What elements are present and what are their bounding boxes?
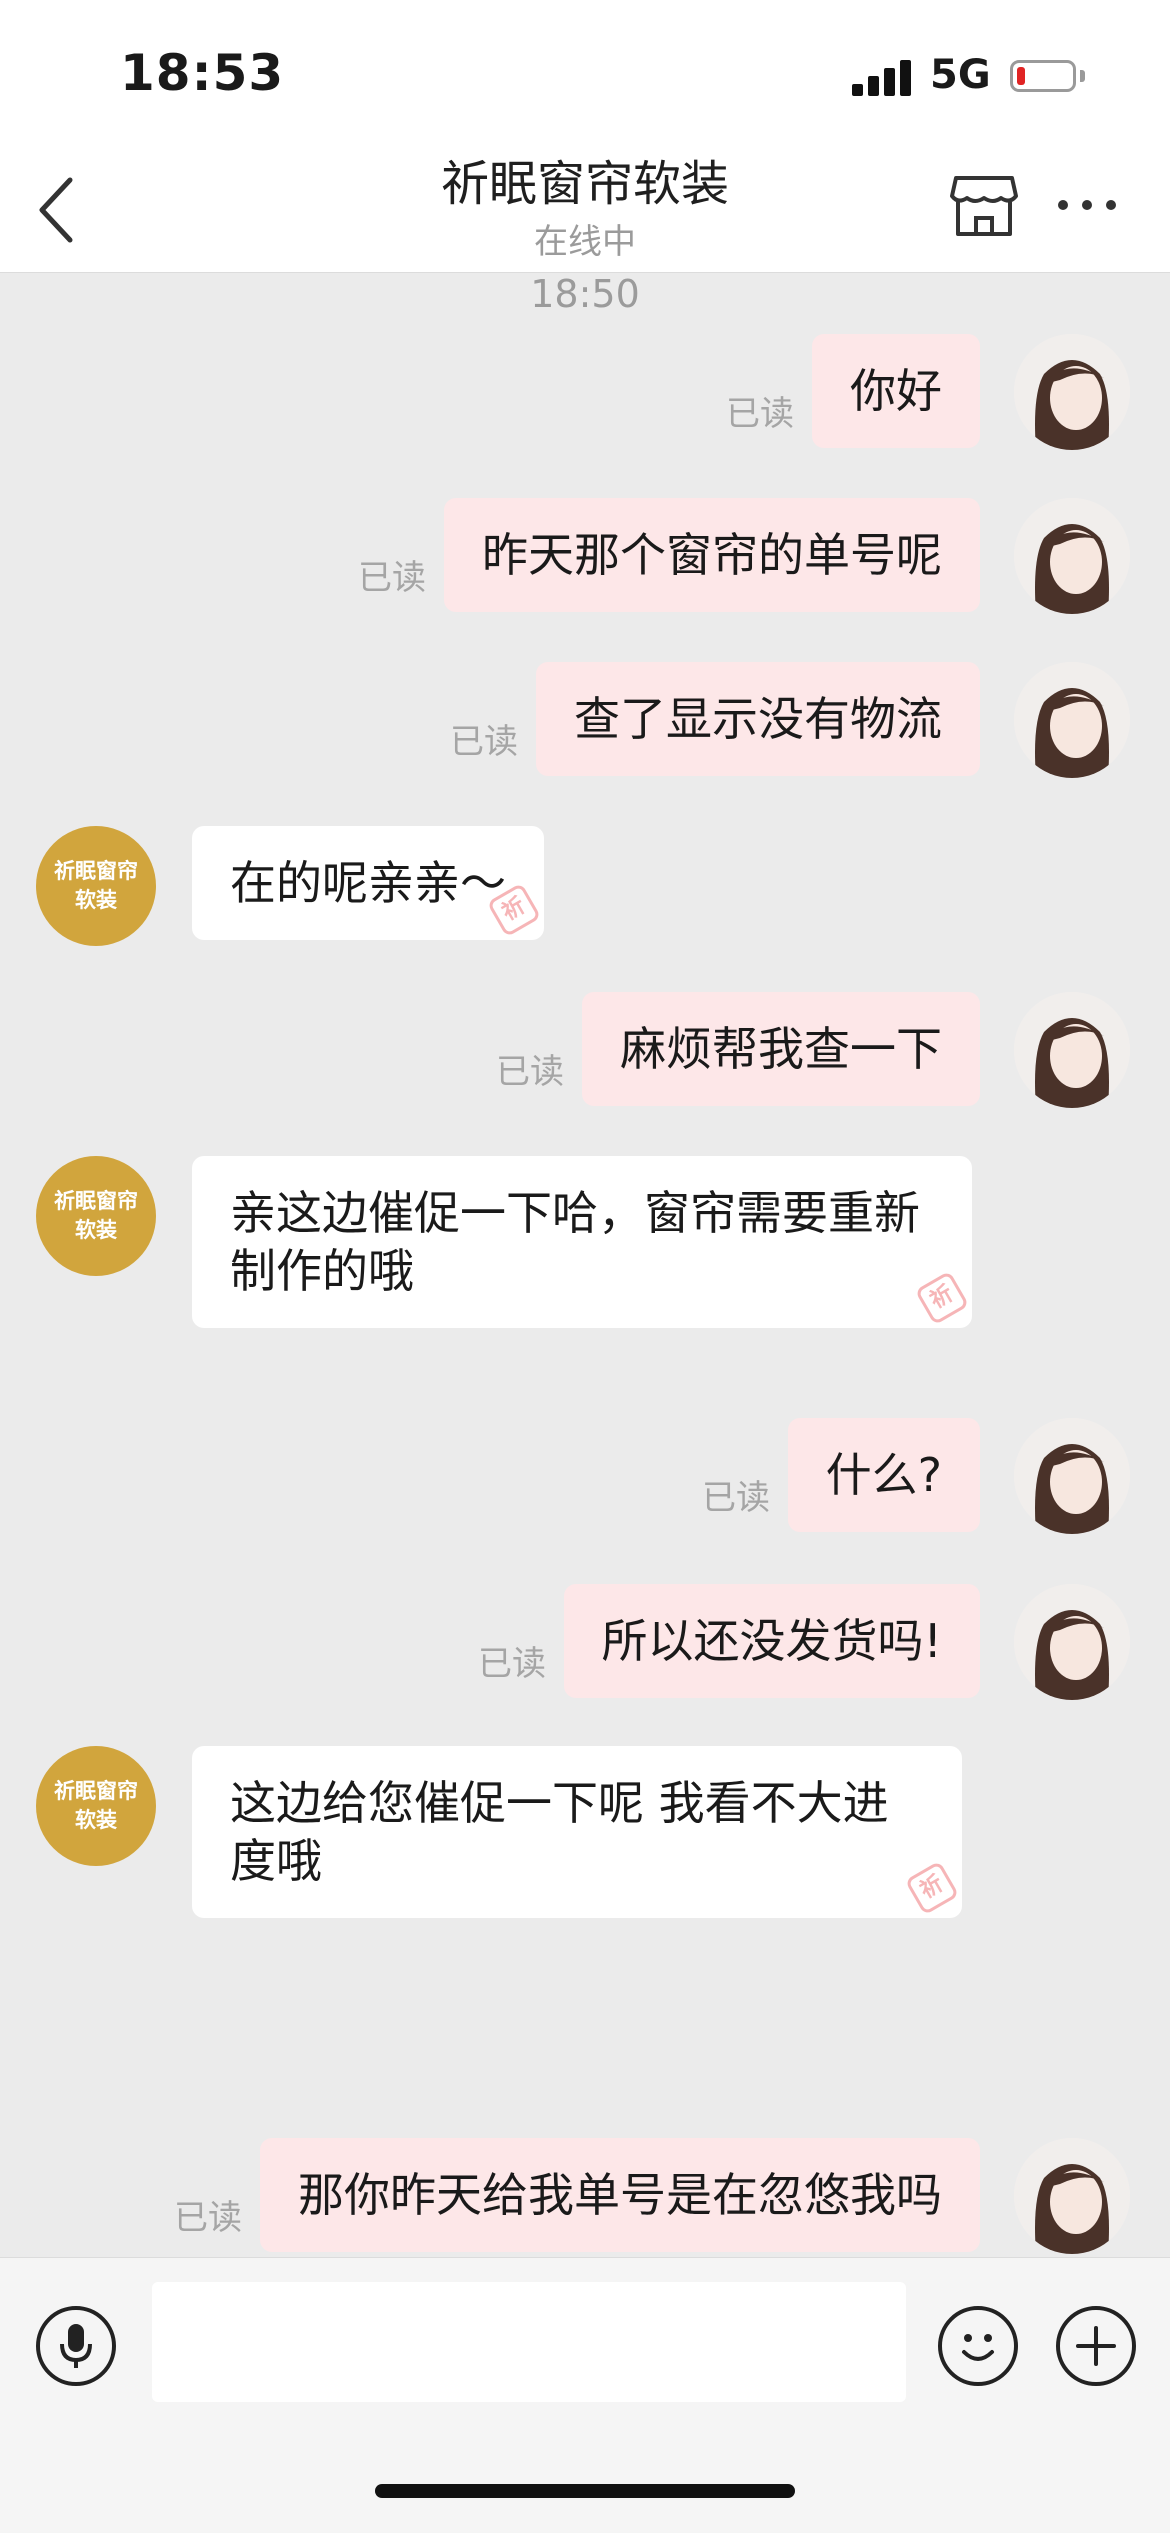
- message-text: 什么?: [825, 1448, 942, 1502]
- message-bubble[interactable]: 你好: [812, 334, 980, 448]
- outgoing-message: 你好已读: [0, 334, 1170, 450]
- outgoing-message: 查了显示没有物流已读: [0, 662, 1170, 778]
- shop-avatar[interactable]: 祈眠窗帘 软装: [36, 1156, 156, 1276]
- outgoing-message: 麻烦帮我查一下已读: [0, 992, 1170, 1108]
- message-bubble[interactable]: 在的呢亲亲～祈: [192, 826, 544, 940]
- message-text: 麻烦帮我查一下: [620, 1022, 942, 1076]
- shop-avatar-text: 软装: [75, 888, 117, 912]
- microphone-icon[interactable]: [36, 2306, 116, 2386]
- outgoing-message: 所以还没发货吗! 已读: [0, 1584, 1170, 1700]
- user-avatar[interactable]: [1014, 2138, 1130, 2254]
- message-text: 昨天那个窗帘的单号呢: [482, 528, 942, 582]
- user-avatar[interactable]: [1014, 498, 1130, 614]
- message-bubble[interactable]: 所以还没发货吗!: [563, 1584, 980, 1698]
- user-avatar[interactable]: [1014, 1418, 1130, 1534]
- outgoing-message: 什么? 已读: [0, 1418, 1170, 1534]
- message-text: 亲这边催促一下哈，窗帘需要重新制作的哦: [230, 1186, 920, 1298]
- user-avatar[interactable]: [1014, 992, 1130, 1108]
- battery-icon: [1010, 60, 1076, 92]
- shop-avatar[interactable]: 祈眠窗帘 软装: [36, 826, 156, 946]
- user-avatar[interactable]: [1014, 662, 1130, 778]
- incoming-message: 祈眠窗帘 软装 亲这边催促一下哈，窗帘需要重新制作的哦祈: [0, 1156, 1170, 1336]
- shop-avatar-text: 软装: [75, 1218, 117, 1242]
- store-icon[interactable]: [946, 168, 1022, 244]
- message-bubble[interactable]: 昨天那个窗帘的单号呢: [444, 498, 980, 612]
- message-bubble[interactable]: 查了显示没有物流: [536, 662, 980, 776]
- outgoing-message: 那你昨天给我单号是在忽悠我吗已读: [0, 2138, 1170, 2254]
- user-avatar[interactable]: [1014, 334, 1130, 450]
- message-text: 在的呢亲亲～: [230, 856, 506, 910]
- chat-area[interactable]: 18:50 你好 已读 昨天那个窗帘的单号呢 已读 查了显示没有物流 已读 祈眠窗帘 软装 在的…: [0, 272, 1170, 2257]
- emoji-icon[interactable]: [938, 2306, 1018, 2386]
- status-bar: 18:53 5G: [0, 0, 1170, 130]
- read-receipt: 已读: [174, 2198, 242, 2238]
- read-receipt: 已读: [478, 1644, 546, 1684]
- shop-seal-icon: 祈: [486, 882, 542, 938]
- message-bubble[interactable]: 这边给您催促一下呢 我看不大进度哦祈: [192, 1746, 962, 1918]
- outgoing-message: 昨天那个窗帘的单号呢已读: [0, 498, 1170, 614]
- message-bubble[interactable]: 什么?: [787, 1418, 980, 1532]
- chat-header: 祈眠窗帘软装 在线中: [0, 130, 1170, 273]
- battery-cap: [1080, 70, 1085, 82]
- message-text: 所以还没发货吗!: [601, 1614, 942, 1668]
- shop-seal-icon: 祈: [904, 1860, 960, 1916]
- message-bubble[interactable]: 亲这边催促一下哈，窗帘需要重新制作的哦祈: [192, 1156, 972, 1328]
- battery-level: [1017, 67, 1025, 85]
- read-receipt: 已读: [726, 394, 794, 434]
- read-receipt: 已读: [450, 722, 518, 762]
- shop-avatar[interactable]: 祈眠窗帘 软装: [36, 1746, 156, 1866]
- home-indicator[interactable]: [375, 2484, 795, 2498]
- message-text: 你好: [850, 364, 942, 418]
- incoming-message: 祈眠窗帘 软装 在的呢亲亲～祈: [0, 826, 1170, 946]
- incoming-message: 祈眠窗帘 软装 这边给您催促一下呢 我看不大进度哦祈: [0, 1746, 1170, 1926]
- shop-avatar-text: 祈眠窗帘: [54, 1189, 138, 1213]
- message-text: 那你昨天给我单号是在忽悠我吗: [298, 2168, 942, 2222]
- status-time: 18:53: [120, 44, 285, 102]
- message-timestamp: 18:50: [530, 272, 640, 316]
- message-text: 这边给您催促一下呢 我看不大进度哦: [230, 1776, 889, 1888]
- message-input[interactable]: [152, 2282, 906, 2402]
- shop-avatar-text: 祈眠窗帘: [54, 1779, 138, 1803]
- more-icon[interactable]: [1052, 190, 1122, 220]
- user-avatar[interactable]: [1014, 1584, 1130, 1700]
- message-bubble[interactable]: 麻烦帮我查一下: [582, 992, 980, 1106]
- read-receipt: 已读: [496, 1052, 564, 1092]
- shop-avatar-text: 软装: [75, 1808, 117, 1832]
- signal-icon: [852, 58, 914, 96]
- shop-avatar-text: 祈眠窗帘: [54, 859, 138, 883]
- plus-icon[interactable]: [1056, 2306, 1136, 2386]
- message-text: 查了显示没有物流: [574, 692, 942, 746]
- shop-seal-icon: 祈: [914, 1270, 970, 1326]
- read-receipt: 已读: [702, 1478, 770, 1518]
- network-type: 5G: [930, 52, 991, 98]
- read-receipt: 已读: [358, 558, 426, 598]
- message-bubble[interactable]: 那你昨天给我单号是在忽悠我吗: [260, 2138, 980, 2252]
